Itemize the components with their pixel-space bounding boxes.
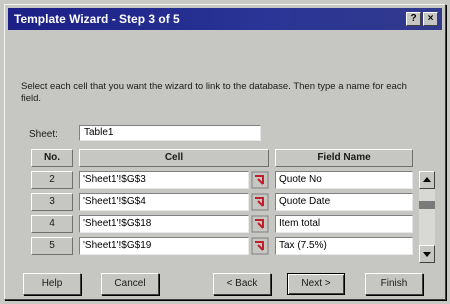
dialog-title: Template Wizard - Step 3 of 5 (14, 12, 180, 26)
cell-select-icon[interactable] (251, 171, 269, 189)
cell-reference-input[interactable]: 'Sheet1'!$G$4 (79, 193, 249, 211)
table-row: 5 'Sheet1'!$G$19 Tax (7.5%) (31, 237, 413, 255)
instructions-text: Select each cell that you want the wizar… (21, 81, 407, 104)
scroll-thumb[interactable] (419, 201, 435, 209)
arrow-down-icon (423, 252, 431, 257)
row-number: 5 (31, 237, 73, 255)
row-number: 4 (31, 215, 73, 233)
field-name-input[interactable]: Quote Date (275, 193, 413, 211)
table-row: 4 'Sheet1'!$G$18 Item total (31, 215, 413, 233)
cell-reference-input[interactable]: 'Sheet1'!$G$18 (79, 215, 249, 233)
back-button[interactable]: < Back (213, 273, 271, 295)
table-row: 2 'Sheet1'!$G$3 Quote No (31, 171, 413, 189)
next-button[interactable]: Next > (287, 273, 345, 295)
help-button[interactable]: Help (23, 273, 81, 295)
close-button[interactable]: × (423, 12, 438, 26)
row-number: 2 (31, 171, 73, 189)
field-name-input[interactable]: Quote No (275, 171, 413, 189)
field-name-column-header: Field Name (275, 149, 413, 167)
cell-select-icon[interactable] (251, 215, 269, 233)
cell-reference-input[interactable]: 'Sheet1'!$G$19 (79, 237, 249, 255)
template-wizard-dialog: Template Wizard - Step 3 of 5 ? × Select… (4, 4, 446, 300)
table-row: 3 'Sheet1'!$G$4 Quote Date (31, 193, 413, 211)
cancel-button[interactable]: Cancel (101, 273, 159, 295)
cell-select-icon[interactable] (251, 193, 269, 211)
row-number: 3 (31, 193, 73, 211)
field-name-input[interactable]: Item total (275, 215, 413, 233)
scroll-down-button[interactable] (419, 245, 435, 263)
cell-column-header: Cell (79, 149, 269, 167)
sheet-input[interactable]: Table1 (79, 125, 261, 141)
finish-button[interactable]: Finish (365, 273, 423, 295)
arrow-up-icon (423, 177, 431, 182)
sheet-label: Sheet: (29, 129, 58, 140)
cell-select-icon[interactable] (251, 237, 269, 255)
field-name-input[interactable]: Tax (7.5%) (275, 237, 413, 255)
vertical-scrollbar[interactable] (419, 171, 435, 263)
title-bar: Template Wizard - Step 3 of 5 ? × (8, 8, 442, 30)
no-column-header: No. (31, 149, 73, 167)
scroll-up-button[interactable] (419, 171, 435, 189)
help-title-button[interactable]: ? (406, 12, 421, 26)
cell-reference-input[interactable]: 'Sheet1'!$G$3 (79, 171, 249, 189)
